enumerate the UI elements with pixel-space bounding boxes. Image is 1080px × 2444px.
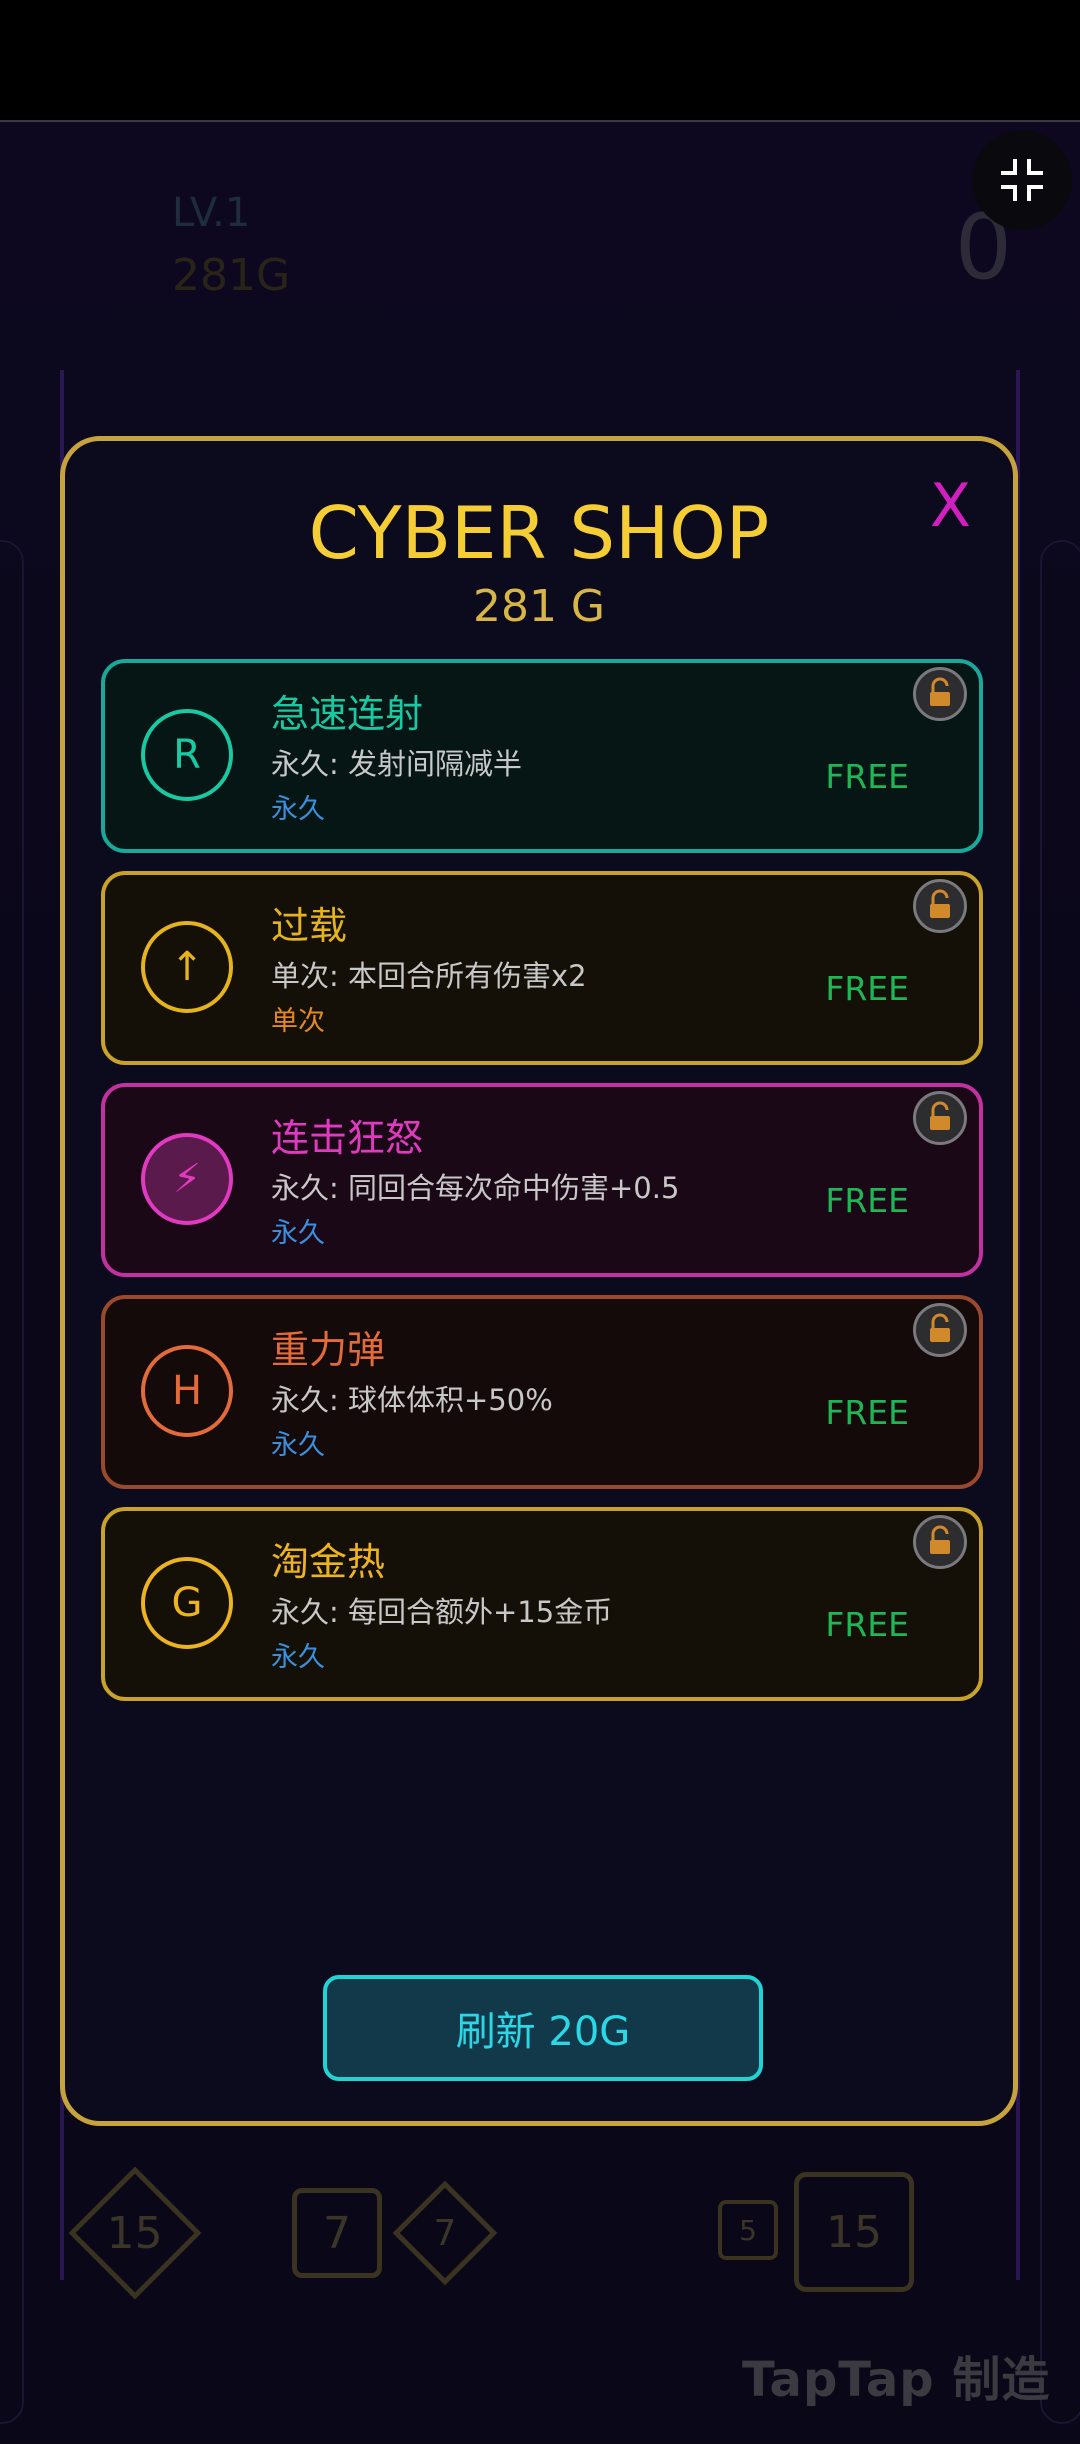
item-name: 过载 (271, 904, 348, 948)
item-tag: 永久 (271, 1642, 325, 1673)
lock-toggle[interactable] (913, 667, 967, 721)
item-price: FREE (825, 969, 909, 1008)
item-price: FREE (825, 757, 909, 796)
shop-item-gold-rush[interactable]: G 淘金热 永久: 每回合额外+15金币 永久 FREE (101, 1507, 983, 1701)
lock-toggle[interactable] (913, 1515, 967, 1569)
arrow-up-icon: ↑ (141, 921, 233, 1013)
lightning-icon: ⚡ (141, 1133, 233, 1225)
item-name: 急速连射 (271, 692, 424, 736)
gold-icon: G (141, 1557, 233, 1649)
shop-item-combo-rage[interactable]: ⚡ 连击狂怒 永久: 同回合每次命中伤害+0.5 永久 FREE (101, 1083, 983, 1277)
shop-gold: 281 G (472, 581, 606, 632)
item-name: 重力弹 (271, 1328, 386, 1372)
item-name: 连击狂怒 (271, 1116, 424, 1160)
rapid-fire-icon: R (141, 709, 233, 801)
item-tag: 单次 (271, 1006, 325, 1037)
shop-item-gravity-bullet[interactable]: H 重力弹 永久: 球体体积+50% 永久 FREE (101, 1295, 983, 1489)
cyber-shop-dialog: X CYBER SHOP 281 G R 急速连射 永久: 发射间隔减半 永久 … (60, 436, 1018, 2126)
item-price: FREE (825, 1181, 909, 1220)
shop-title: CYBER SHOP (308, 491, 770, 575)
unlock-icon (930, 1101, 950, 1130)
item-price: FREE (825, 1393, 909, 1432)
item-price: FREE (825, 1605, 909, 1644)
item-description: 永久: 发射间隔减半 (271, 747, 522, 781)
lock-toggle[interactable] (913, 1303, 967, 1357)
shop-item-overload[interactable]: ↑ 过载 单次: 本回合所有伤害x2 单次 FREE (101, 871, 983, 1065)
refresh-shop-button[interactable]: 刷新 20G (323, 1975, 763, 2081)
unlock-icon (930, 889, 950, 918)
shop-item-rapid-fire[interactable]: R 急速连射 永久: 发射间隔减半 永久 FREE (101, 659, 983, 853)
unlock-icon (930, 677, 950, 706)
item-description: 永久: 每回合额外+15金币 (271, 1595, 613, 1629)
item-name: 淘金热 (271, 1540, 386, 1584)
item-tag: 永久 (271, 1430, 325, 1461)
item-description: 单次: 本回合所有伤害x2 (271, 959, 587, 993)
gravity-icon: H (141, 1345, 233, 1437)
unlock-icon (930, 1525, 950, 1554)
item-description: 永久: 同回合每次命中伤害+0.5 (271, 1171, 680, 1205)
shop-overlay: X CYBER SHOP 281 G R 急速连射 永久: 发射间隔减半 永久 … (0, 0, 1080, 2444)
item-description: 永久: 球体体积+50% (271, 1383, 553, 1417)
lock-toggle[interactable] (913, 1091, 967, 1145)
unlock-icon (930, 1313, 950, 1342)
item-tag: 永久 (271, 1218, 325, 1249)
lock-toggle[interactable] (913, 879, 967, 933)
item-tag: 永久 (271, 794, 325, 825)
